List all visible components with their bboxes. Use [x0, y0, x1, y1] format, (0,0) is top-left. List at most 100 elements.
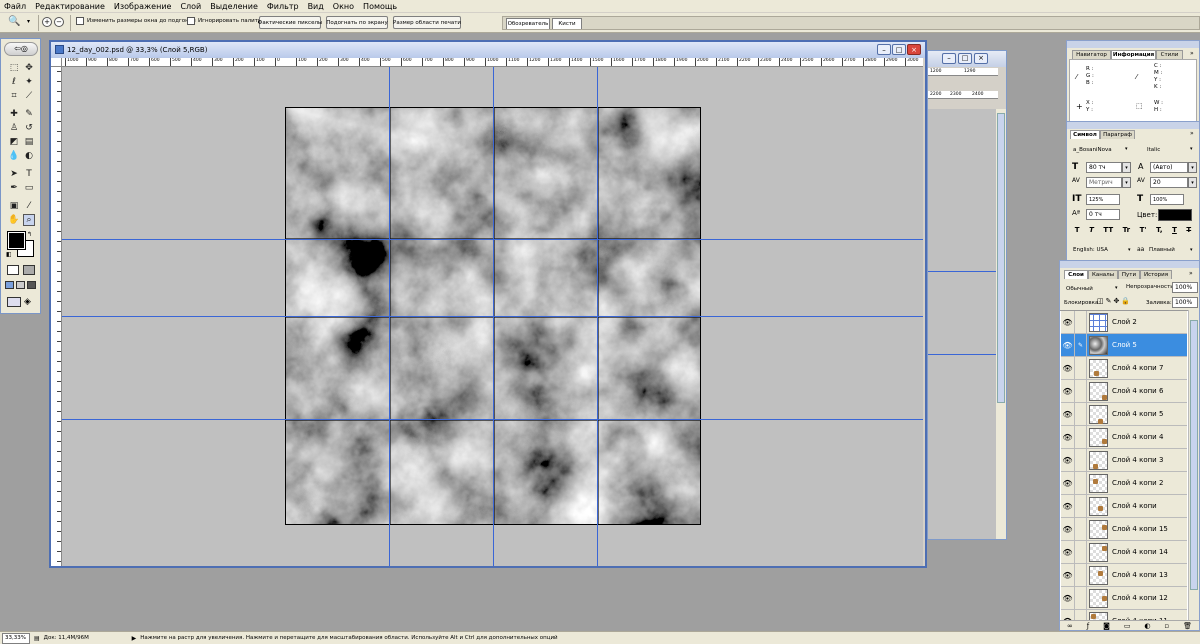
link-layers-icon[interactable]: ∞: [1067, 622, 1073, 630]
menu-edit[interactable]: Редактирование: [35, 2, 105, 11]
stamp-icon[interactable]: ♙: [8, 122, 20, 134]
faux-bold-button[interactable]: T: [1075, 226, 1080, 240]
link-icon[interactable]: [1075, 357, 1087, 379]
brush-icon[interactable]: ✎: [23, 108, 35, 120]
eye-icon[interactable]: 👁: [1061, 357, 1075, 379]
maximize-icon[interactable]: □: [958, 53, 972, 64]
adjustment-layer-icon[interactable]: ◐: [1144, 622, 1150, 630]
screen-mode-full-icon[interactable]: [27, 281, 36, 289]
superscript-button[interactable]: T': [1140, 226, 1147, 240]
tab-character[interactable]: Символ: [1070, 130, 1100, 139]
strikethrough-button[interactable]: T: [1186, 226, 1191, 240]
eye-icon[interactable]: 👁: [1061, 334, 1075, 356]
tracking-field[interactable]: 20: [1150, 177, 1188, 188]
ruler-origin[interactable]: [51, 58, 62, 67]
link-icon[interactable]: [1075, 403, 1087, 425]
crop-icon[interactable]: ⌗: [8, 90, 20, 102]
panel-menu-icon[interactable]: »: [1190, 50, 1194, 57]
chevron-down-icon[interactable]: ▾: [1122, 162, 1131, 173]
all-caps-button[interactable]: TT: [1103, 226, 1113, 240]
tab-paths[interactable]: Пути: [1118, 270, 1140, 279]
delete-layer-icon[interactable]: 🗑: [1183, 622, 1192, 630]
link-icon[interactable]: [1075, 518, 1087, 540]
layer-row[interactable]: 👁 Слой 4 копи 14: [1061, 541, 1187, 564]
menu-layer[interactable]: Слой: [180, 2, 201, 11]
link-icon[interactable]: [1075, 564, 1087, 586]
language-select[interactable]: English: USA: [1073, 247, 1108, 253]
brush-layer-icon[interactable]: ✎: [1075, 334, 1087, 356]
checkbox-box[interactable]: [187, 17, 195, 25]
zoom-out-icon[interactable]: −: [54, 17, 64, 27]
move-icon[interactable]: ✥: [23, 62, 35, 74]
faux-italic-button[interactable]: T: [1089, 226, 1094, 240]
link-icon[interactable]: [1075, 380, 1087, 402]
eye-icon[interactable]: 👁: [1061, 380, 1075, 402]
menu-select[interactable]: Выделение: [210, 2, 258, 11]
tab-history[interactable]: История: [1140, 270, 1172, 279]
eye-icon[interactable]: 👁: [1061, 587, 1075, 609]
adobe-logo-icon[interactable]: ⇦◎: [4, 42, 38, 56]
subscript-button[interactable]: T,: [1156, 226, 1162, 240]
horizontal-ruler[interactable]: 1000 900 800 700 600 500 400 300 200 100 0 100 200 30…: [62, 58, 923, 67]
close-icon[interactable]: ×: [907, 44, 921, 55]
menu-window[interactable]: Окно: [333, 2, 354, 11]
pen-icon[interactable]: ✒: [8, 182, 20, 194]
screen-mode-standard-icon[interactable]: [5, 281, 14, 289]
background-document-window[interactable]: – □ × 1200 1290 2200 2300 2400: [927, 50, 1007, 540]
eraser-icon[interactable]: ◩: [8, 136, 20, 148]
font-style-select[interactable]: Italic: [1145, 144, 1187, 155]
guide-line[interactable]: [493, 67, 494, 566]
standard-mode-icon[interactable]: [7, 265, 19, 275]
quickmask-mode-icon[interactable]: [23, 265, 35, 275]
ignore-palettes-checkbox[interactable]: Игнорировать палитру: [187, 17, 265, 25]
panel-menu-icon[interactable]: »: [1189, 270, 1193, 277]
eye-icon[interactable]: 👁: [1061, 495, 1075, 517]
eye-icon[interactable]: 👁: [1061, 518, 1075, 540]
lock-icons[interactable]: ◫✎✥🔒: [1097, 297, 1132, 305]
print-size-button[interactable]: Размер области печати: [393, 16, 461, 29]
close-icon[interactable]: ×: [974, 53, 988, 64]
baseline-shift-field[interactable]: 0 тч: [1086, 209, 1120, 220]
tool-preset-dropdown-icon[interactable]: ▾: [27, 18, 30, 25]
vertical-scrollbar[interactable]: [996, 109, 1006, 539]
default-colors-icon[interactable]: ◧: [6, 251, 12, 258]
gradient-icon[interactable]: ▤: [23, 136, 35, 148]
hand-icon[interactable]: ✋: [8, 214, 20, 226]
chevron-down-icon[interactable]: ▾: [1128, 247, 1131, 253]
actual-pixels-button[interactable]: Фактические пикселы: [258, 16, 322, 29]
chevron-down-icon[interactable]: ▾: [1190, 146, 1193, 152]
panel-menu-icon[interactable]: »: [1190, 130, 1194, 137]
menu-view[interactable]: Вид: [308, 2, 324, 11]
notes-icon[interactable]: ▣: [8, 200, 20, 212]
layer-row[interactable]: 👁 Слой 4 копи 15: [1061, 518, 1187, 541]
layers-scrollbar[interactable]: [1188, 310, 1199, 620]
font-family-select[interactable]: a_BosaniNova: [1071, 144, 1131, 155]
tab-browser[interactable]: Обозреватель: [506, 18, 550, 29]
path-select-icon[interactable]: ➤: [8, 168, 20, 180]
vertical-scale-field[interactable]: 125%: [1086, 194, 1120, 205]
link-icon[interactable]: [1075, 541, 1087, 563]
link-icon[interactable]: [1075, 472, 1087, 494]
eye-icon[interactable]: 👁: [1061, 564, 1075, 586]
chevron-down-icon[interactable]: ▾: [1190, 247, 1193, 253]
resize-window-checkbox[interactable]: Изменить размеры окна до подгонки: [76, 17, 196, 25]
magic-wand-icon[interactable]: ✦: [23, 76, 35, 88]
chevron-down-icon[interactable]: ▾: [1188, 162, 1197, 173]
blend-mode-select[interactable]: Обычный: [1064, 283, 1120, 294]
fill-field[interactable]: 100%: [1172, 297, 1198, 308]
foreground-color-swatch[interactable]: [7, 231, 26, 250]
horizontal-scale-field[interactable]: 100%: [1150, 194, 1184, 205]
layer-row[interactable]: 👁 Слой 4 копи 3: [1061, 449, 1187, 472]
shape-icon[interactable]: ▭: [23, 182, 35, 194]
jump-to-imageready-icon[interactable]: [7, 297, 21, 307]
tab-styles[interactable]: Стили: [1156, 50, 1183, 59]
play-arrow-icon[interactable]: ▶: [132, 635, 137, 642]
tab-navigator[interactable]: Навигатор: [1072, 50, 1111, 59]
blur-icon[interactable]: 💧: [8, 150, 20, 162]
layer-row[interactable]: 👁 ✎ Слой 5: [1061, 334, 1187, 357]
eye-icon[interactable]: 👁: [1061, 541, 1075, 563]
antialias-select[interactable]: Плавный: [1149, 247, 1175, 253]
tab-layers[interactable]: Слои: [1064, 270, 1088, 279]
underline-button[interactable]: T: [1172, 226, 1177, 240]
chevron-down-icon[interactable]: ▾: [1188, 177, 1197, 188]
